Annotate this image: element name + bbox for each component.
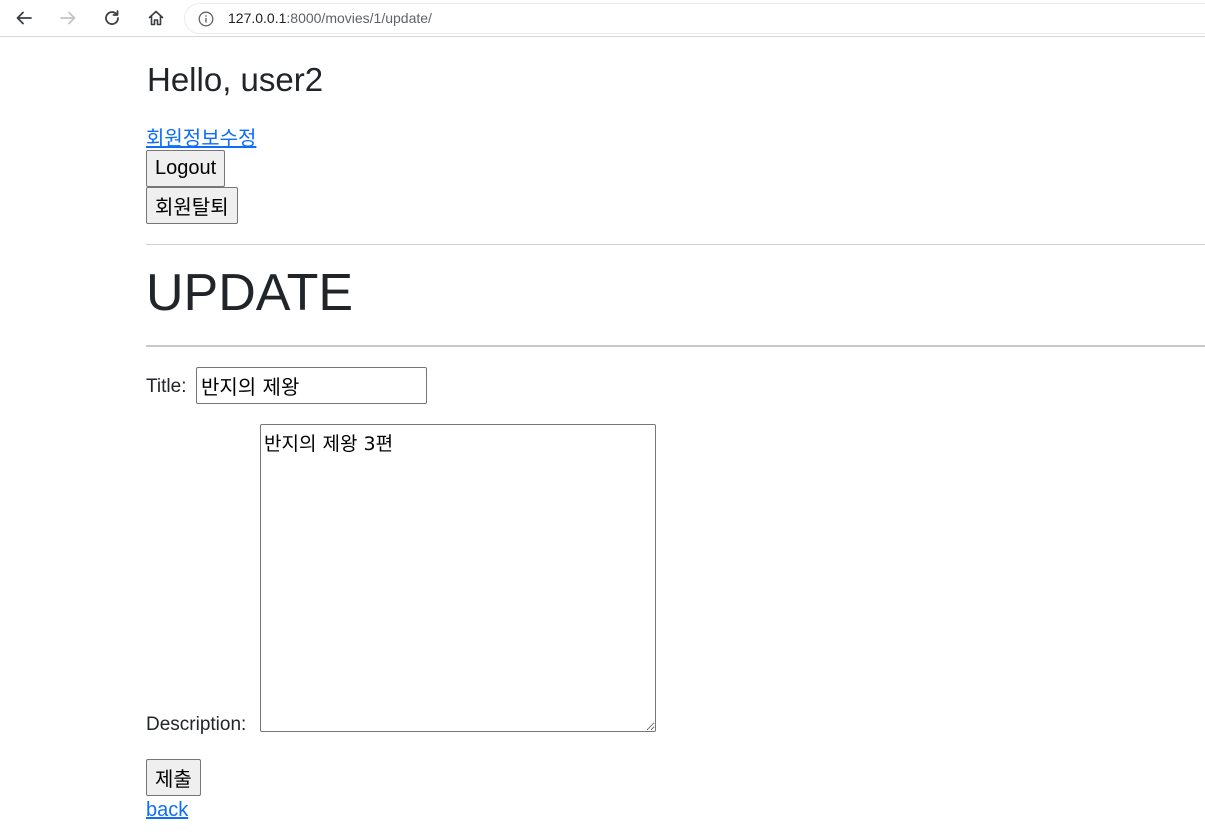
delete-account-button[interactable]: 회원탈퇴 [146, 187, 238, 224]
url-path: :8000/movies/1/update/ [286, 10, 432, 26]
back-arrow-icon [16, 11, 32, 25]
reload-icon [105, 10, 119, 25]
logout-button[interactable]: Logout [146, 150, 226, 187]
info-icon[interactable] [198, 11, 214, 27]
description-textarea[interactable]: 반지의 제왕 3편 [260, 424, 656, 732]
home-button[interactable] [143, 5, 169, 31]
divider [146, 244, 1205, 245]
submit-button[interactable]: 제출 [146, 759, 201, 796]
description-label: Description: [146, 714, 247, 735]
back-button[interactable] [11, 5, 37, 31]
title-label: Title: [146, 376, 187, 397]
edit-profile-link[interactable]: 회원정보수정 [146, 122, 256, 151]
reload-button[interactable] [99, 5, 125, 31]
forward-arrow-icon [60, 11, 76, 25]
address-bar[interactable]: 127.0.0.1:8000/movies/1/update/ [184, 3, 1205, 34]
url-text[interactable]: 127.0.0.1:8000/movies/1/update/ [228, 10, 432, 26]
home-icon [148, 10, 164, 26]
forward-button[interactable] [55, 5, 81, 31]
greeting-heading: Hello, user2 [147, 61, 324, 98]
back-link[interactable]: back [146, 799, 188, 822]
divider [146, 345, 1205, 347]
browser-toolbar: 127.0.0.1:8000/movies/1/update/ [0, 0, 1205, 37]
url-host: 127.0.0.1 [228, 10, 287, 26]
title-input[interactable] [196, 367, 427, 404]
page-title: UPDATE [146, 264, 354, 322]
